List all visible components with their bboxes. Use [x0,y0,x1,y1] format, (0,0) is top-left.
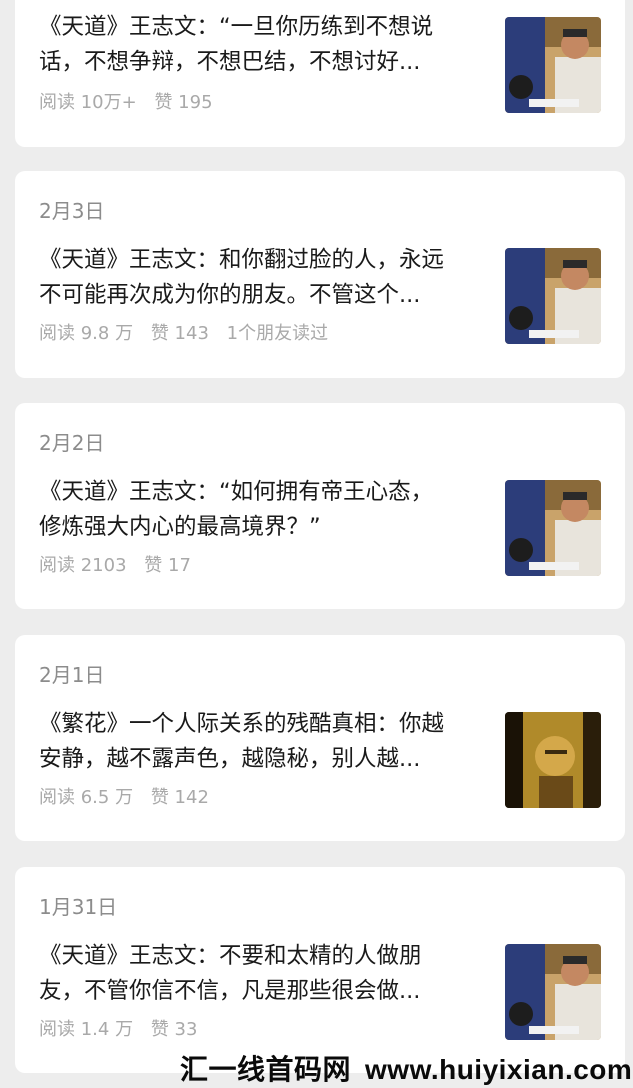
article-title-line: 《天道》王志文：不要和太精的人做朋 [39,943,422,969]
article-stats: 阅读 1.4 万 赞 33 [39,1019,209,1041]
read-count: 阅读 1.4 万 [39,1019,134,1040]
article-title-line: 《繁花》一个人际关系的残酷真相：你越 [39,711,445,737]
article-title-line: 《天道》王志文：“如何拥有帝王心态， [39,479,434,505]
article-title-line: 友，不管你信不信，凡是那些很会做... [39,978,421,1004]
article-date: 2月2日 [39,431,105,455]
article-title-line: 话，不想争辩，不想巴结，不想讨好... [39,49,421,75]
man-playing-chess-photo[interactable] [505,480,601,576]
article-title[interactable]: 《天道》王志文：不要和太精的人做朋 友，不管你信不信，凡是那些很会做... [39,939,487,1009]
article-title-line: 安静，越不露声色，越隐秘，别人越... [39,746,421,772]
like-count: 赞 142 [150,787,209,808]
article-date: 2月3日 [39,199,105,223]
article-stats: 阅读 2103 赞 17 [39,555,203,577]
article-date: 1月31日 [39,895,118,919]
watermark-url: www.huiyixian.com [365,1054,633,1085]
man-playing-chess-photo[interactable] [505,248,601,344]
article-title-line: 《天道》王志文：“一旦你历练到不想说 [39,14,434,40]
article-title[interactable]: 《天道》王志文：“一旦你历练到不想说 话，不想争辩，不想巴结，不想讨好... [39,10,487,80]
article-title-line: 修炼强大内心的最高境界？” [39,514,321,540]
article-title[interactable]: 《天道》王志文：“如何拥有帝王心态， 修炼强大内心的最高境界？” [39,475,487,545]
read-count: 阅读 9.8 万 [39,323,134,344]
like-count: 赞 195 [154,92,213,113]
man-portrait-golden-light-photo[interactable] [505,712,601,808]
article-card[interactable]: 2月1日 《繁花》一个人际关系的残酷真相：你越 安静，越不露声色，越隐秘，别人越… [15,635,625,841]
like-count: 赞 143 [150,323,209,344]
like-count: 赞 33 [150,1019,198,1040]
friends-read: 1个朋友读过 [226,323,329,344]
article-title[interactable]: 《天道》王志文：和你翻过脸的人，永远 不可能再次成为你的朋友。不管这个... [39,243,487,313]
article-card[interactable]: 2月3日 《天道》王志文：和你翻过脸的人，永远 不可能再次成为你的朋友。不管这个… [15,171,625,378]
man-playing-chess-photo[interactable] [505,17,601,113]
article-title-line: 不可能再次成为你的朋友。不管这个... [39,282,421,308]
article-date: 2月1日 [39,663,105,687]
read-count: 阅读 10万+ [39,92,137,113]
site-watermark: 汇一线首码网 www.huiyixian.com [180,1048,633,1085]
article-title[interactable]: 《繁花》一个人际关系的残酷真相：你越 安静，越不露声色，越隐秘，别人越... [39,707,487,777]
article-card[interactable]: 1月31日 《天道》王志文：不要和太精的人做朋 友，不管你信不信，凡是那些很会做… [15,867,625,1073]
article-title-line: 《天道》王志文：和你翻过脸的人，永远 [39,247,445,273]
man-playing-chess-photo[interactable] [505,944,601,1040]
read-count: 阅读 2103 [39,555,127,576]
article-card[interactable]: 《天道》王志文：“一旦你历练到不想说 话，不想争辩，不想巴结，不想讨好... 阅… [15,0,625,147]
article-stats: 阅读 6.5 万 赞 142 [39,787,221,809]
like-count: 赞 17 [144,555,191,576]
article-card[interactable]: 2月2日 《天道》王志文：“如何拥有帝王心态， 修炼强大内心的最高境界？” 阅读… [15,403,625,609]
watermark-site-name: 汇一线首码网 [180,1054,352,1085]
article-stats: 阅读 10万+ 赞 195 [39,92,225,114]
article-stats: 阅读 9.8 万 赞 143 1个朋友读过 [39,323,340,345]
read-count: 阅读 6.5 万 [39,787,134,808]
